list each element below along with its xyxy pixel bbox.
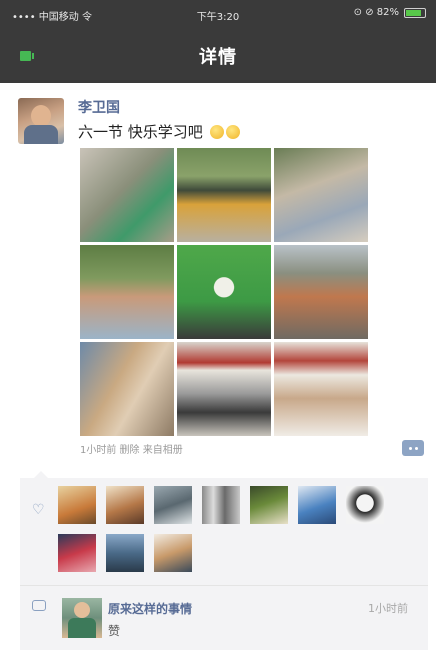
smile-emoji-icon [209, 125, 224, 139]
comment-icon [32, 600, 46, 611]
more-dots-icon [408, 446, 412, 450]
comment-avatar[interactable] [62, 598, 102, 638]
status-icons: ⊙ ⊘ 82% [353, 7, 399, 18]
like-avatar[interactable] [106, 534, 144, 572]
photo-hall-banner[interactable] [177, 342, 271, 436]
like-avatar[interactable] [202, 486, 240, 524]
page-title: 详情 [199, 47, 237, 68]
photo-tree-gathering[interactable] [80, 245, 174, 339]
post-text-body: 六一节 快乐学习吧 [78, 123, 203, 141]
photo-office-room[interactable] [80, 342, 174, 436]
nav-bar: 详情 [0, 28, 436, 83]
status-bar: •••• 中国移动 令 下午3:20 ⊙ ⊘ 82% [0, 0, 436, 28]
photo-people-outdoor[interactable] [274, 148, 368, 242]
photo-conference-table[interactable] [274, 342, 368, 436]
post-author[interactable]: 李卫国 [78, 97, 120, 117]
like-avatar[interactable] [58, 534, 96, 572]
like-avatar[interactable] [154, 486, 192, 524]
like-avatar[interactable] [154, 534, 192, 572]
photo-award-ceremony[interactable] [177, 245, 271, 339]
likes-panel: ♡ 原来这样的事情 1小时前 赞 [20, 471, 428, 650]
like-avatar[interactable] [346, 486, 384, 524]
comment-text: 赞 [108, 624, 121, 638]
like-avatar[interactable] [58, 486, 96, 524]
back-button[interactable] [16, 45, 38, 67]
like-avatar[interactable] [298, 486, 336, 524]
post-time: 1小时前 删除 来自相册 [80, 445, 183, 456]
comment-time: 1小时前 [368, 602, 408, 615]
like-avatar[interactable] [106, 486, 144, 524]
heart-icon: ♡ [32, 502, 45, 518]
author-avatar[interactable] [18, 98, 64, 144]
battery-icon [404, 7, 426, 18]
more-button[interactable] [402, 440, 424, 456]
comment-author[interactable]: 原来这样的事情 [108, 600, 192, 617]
like-avatar[interactable] [250, 486, 288, 524]
photo-teacher-portrait[interactable] [274, 245, 368, 339]
photo-grid [80, 148, 368, 436]
photo-school-bus[interactable] [177, 148, 271, 242]
photo-classroom-desk[interactable] [80, 148, 174, 242]
battery-level [406, 9, 421, 16]
divider [20, 585, 428, 586]
smile-emoji-icon [225, 125, 240, 139]
post-text: 六一节 快乐学习吧 [78, 121, 240, 142]
back-arrow-icon [20, 51, 34, 61]
status-indicators: ⊙ ⊘ 82% [354, 7, 426, 18]
